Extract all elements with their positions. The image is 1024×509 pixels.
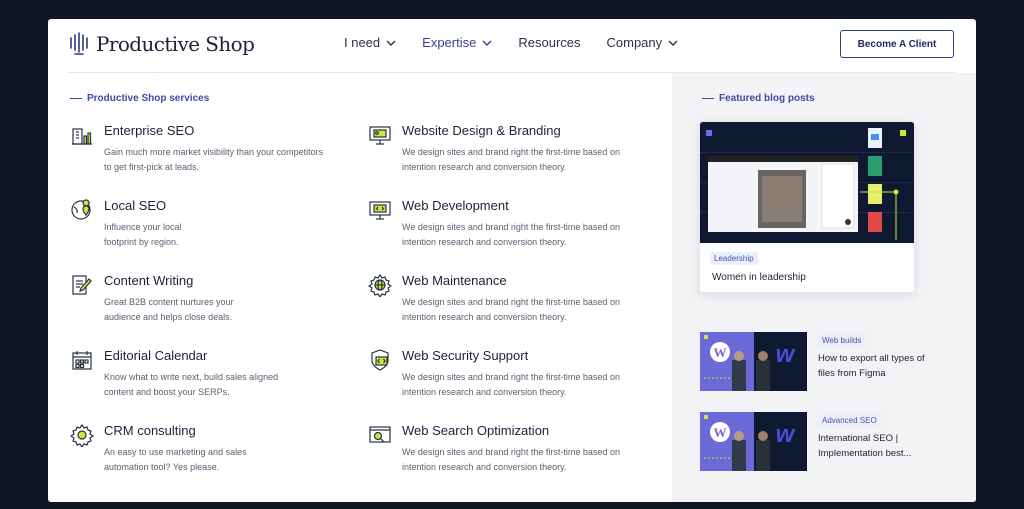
service-title: Editorial Calendar [104,348,208,363]
main-nav: I need Expertise Resources Company [344,35,704,56]
service-description: We design sites and brand right the firs… [402,372,620,397]
nav-company[interactable]: Company [607,35,679,50]
nav-label: Resources [518,35,581,50]
svg-text:w: w [776,341,796,368]
nav-label: I need [344,35,381,50]
post-title: How to export all types of files from Fi… [818,353,925,379]
become-a-client-button[interactable]: Become A Client [840,30,954,58]
service-title: Website Design & Branding [402,123,561,138]
service-title: Web Development [402,198,509,213]
svg-text:W: W [714,425,727,440]
featured-post-image [700,122,914,243]
service-title: Enterprise SEO [104,123,195,138]
services-heading: Productive Shop services [70,93,209,104]
featured-post-card[interactable]: Leadership Women in leadership [700,122,914,292]
service-title: Local SEO [104,198,167,213]
monitor-image-icon [369,126,391,145]
featured-blog-panel: Featured blog posts Leadership Women in … [672,73,976,502]
code-monitor-icon [369,201,391,220]
service-title: Web Search Optimization [402,423,550,438]
post-title: Women in leadership [712,272,806,283]
calendar-icon [72,351,92,370]
service-title: CRM consulting [104,423,196,438]
globe-pin-icon [71,199,91,220]
post-tag[interactable]: Advanced SEO [818,414,881,427]
post-title: International SEO | Implementation best.… [818,433,912,459]
logo-icon [70,32,88,55]
building-chart-icon [72,128,92,145]
post-tag[interactable]: Leadership [710,252,758,265]
service-description: We design sites and brand right the firs… [402,222,620,247]
post-thumbnail: W w [700,332,807,391]
post-tag[interactable]: Web builds [818,334,866,347]
chevron-down-icon [668,40,678,46]
gear-globe-icon [368,273,392,297]
blog-heading: Featured blog posts [702,93,815,104]
service-title: Content Writing [104,273,194,288]
service-title: Web Security Support [402,348,529,363]
service-description: Know what to write next, build sales ali… [104,372,279,397]
nav-label: Company [606,35,663,50]
service-description: Influence your local footprint by region… [104,222,182,247]
blog-post-item[interactable]: W w Advanced SEO International SEO | Imp… [700,412,940,474]
service-title: Web Maintenance [402,273,507,288]
nav-resources[interactable]: Resources [518,35,580,50]
brand-name: Productive Shop [96,32,255,56]
shield-code-icon [371,349,389,371]
document-pen-icon [72,275,92,295]
blog-post-item[interactable]: W w Web builds How to export all types o… [700,332,940,394]
service-description: Gain much more market visibility than yo… [104,147,324,172]
brand-logo[interactable]: Productive Shop [68,31,255,57]
service-description: We design sites and brand right the firs… [402,297,620,322]
service-description: We design sites and brand right the firs… [402,447,620,472]
nav-i-need[interactable]: I need [344,35,396,50]
site-header: Productive Shop I need Expertise Resourc… [48,19,976,72]
chevron-down-icon [386,40,396,46]
service-description: An easy to use marketing and sales autom… [104,447,247,472]
nav-expertise[interactable]: Expertise [418,35,497,56]
gear-icon [70,423,94,447]
service-description: We design sites and brand right the firs… [402,147,620,172]
svg-text:w: w [776,421,796,448]
mega-menu-panel: Productive Shop I need Expertise Resourc… [48,19,976,502]
post-thumbnail: W w [700,412,807,471]
search-monitor-icon [369,426,391,443]
svg-text:W: W [714,345,727,360]
service-description: Great B2B content nurtures your audience… [104,297,234,322]
nav-label: Expertise [422,35,477,50]
chevron-down-icon [482,40,492,46]
